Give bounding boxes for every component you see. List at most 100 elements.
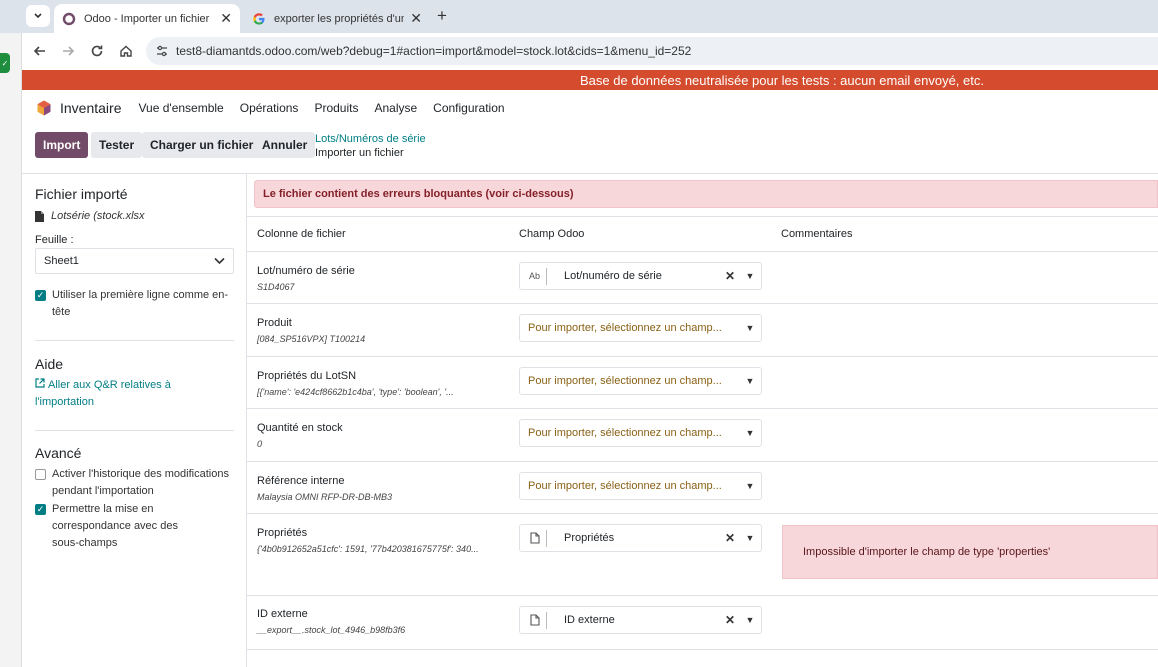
tab-search-button[interactable] bbox=[26, 5, 50, 27]
field-select[interactable]: Pour importer, sélectionnez un champ... … bbox=[519, 314, 762, 342]
breadcrumb-parent-link[interactable]: Lots/Numéros de série bbox=[315, 132, 426, 146]
column-name: ID externe bbox=[257, 608, 308, 620]
comment-text: Impossible d'importer le champ de type '… bbox=[803, 546, 1051, 558]
table-row: Propriétés {'4b0b912652a51cfc': 1591, '7… bbox=[247, 514, 1158, 596]
new-tab-icon[interactable]: + bbox=[437, 6, 447, 26]
odoo-navbar: Inventaire Vue d'ensemble Opérations Pro… bbox=[22, 90, 1158, 126]
table-row: ID externe __export__.stock_lot_4946_b98… bbox=[247, 596, 1158, 650]
caret-down-icon[interactable]: ▼ bbox=[739, 323, 761, 333]
extension-badge: ✓ bbox=[0, 53, 10, 73]
breadcrumb: Lots/Numéros de série Importer un fichie… bbox=[315, 132, 426, 160]
app-name[interactable]: Inventaire bbox=[60, 100, 121, 116]
field-placeholder: Pour importer, sélectionnez un champ... bbox=[528, 322, 722, 334]
browser-tab-odoo[interactable]: Odoo - Importer un fichier ✕ bbox=[54, 4, 240, 33]
column-sample: [{'name': 'e424cf8662b1c4ba', 'type': 'b… bbox=[257, 387, 454, 397]
address-bar[interactable]: test8-diamantds.odoo.com/web?debug=1#act… bbox=[146, 37, 1158, 65]
browser-tab-bar: Odoo - Importer un fichier ✕ exporter le… bbox=[0, 0, 1158, 33]
help-link-text: Aller aux Q&R relatives à l'importation bbox=[35, 379, 171, 408]
column-name: Produit bbox=[257, 317, 292, 329]
home-icon[interactable] bbox=[115, 40, 137, 62]
column-header-comments: Commentaires bbox=[781, 228, 853, 240]
field-select[interactable]: Pour importer, sélectionnez un champ... … bbox=[519, 367, 762, 395]
error-message: Le fichier contient des erreurs bloquant… bbox=[263, 188, 574, 200]
inventory-app-icon[interactable] bbox=[36, 100, 52, 116]
close-icon[interactable]: ✕ bbox=[410, 10, 422, 27]
caret-down-icon[interactable]: ▼ bbox=[739, 376, 761, 386]
divider bbox=[35, 430, 234, 431]
field-placeholder: Pour importer, sélectionnez un champ... bbox=[528, 375, 722, 387]
menu-overview[interactable]: Vue d'ensemble bbox=[138, 101, 223, 115]
clear-icon[interactable]: ✕ bbox=[725, 269, 739, 283]
divider bbox=[35, 340, 234, 341]
field-select[interactable]: Ab Lot/numéro de série ✕ ▼ bbox=[519, 262, 762, 290]
browser-tab-google[interactable]: exporter les propriétés d'un lot ✕ bbox=[244, 4, 430, 33]
first-line-header-checkbox[interactable]: ✓ bbox=[35, 290, 46, 301]
tracking-label: Activer l'historique des modifications p… bbox=[52, 468, 229, 497]
neutralize-banner: Base de données neutralisée pour les tes… bbox=[22, 70, 1158, 90]
table-row: Référence interne Malaysia OMNI RFP-DR-D… bbox=[247, 462, 1158, 514]
menu-analysis[interactable]: Analyse bbox=[374, 101, 417, 115]
import-button[interactable]: Import bbox=[35, 132, 89, 158]
sheet-label: Feuille : bbox=[35, 234, 74, 246]
caret-down-icon[interactable]: ▼ bbox=[739, 533, 761, 543]
url-text: test8-diamantds.odoo.com/web?debug=1#act… bbox=[176, 44, 692, 58]
subfields-label: Permettre la mise en correspondance avec… bbox=[52, 503, 178, 549]
odoo-favicon-icon bbox=[62, 12, 76, 25]
cancel-button[interactable]: Annuler bbox=[254, 132, 316, 158]
field-value: Propriétés bbox=[564, 532, 615, 544]
menu-configuration[interactable]: Configuration bbox=[433, 101, 504, 115]
sheet-select[interactable]: Sheet1 bbox=[35, 248, 234, 274]
field-value: Lot/numéro de série bbox=[564, 270, 662, 282]
subfields-checkbox[interactable]: ✓ bbox=[35, 504, 46, 515]
import-sidebar: Fichier importé Lotsérie (stock.xlsx Feu… bbox=[22, 174, 247, 667]
google-favicon-icon bbox=[253, 12, 265, 25]
site-settings-icon[interactable] bbox=[156, 45, 168, 57]
column-sample: 0 bbox=[257, 439, 263, 449]
imported-file: Lotsérie (stock.xlsx bbox=[35, 210, 145, 222]
caret-down-icon[interactable]: ▼ bbox=[739, 481, 761, 491]
banner-text: Base de données neutralisée pour les tes… bbox=[580, 72, 984, 88]
clear-icon[interactable]: ✕ bbox=[725, 531, 739, 545]
column-name: Référence interne bbox=[257, 475, 345, 487]
chevron-down-icon bbox=[34, 13, 42, 19]
table-row: Lot/numéro de série S1D4067 Ab Lot/numér… bbox=[247, 252, 1158, 304]
first-line-header-option[interactable]: ✓ Utiliser la première ligne comme en-tê… bbox=[35, 287, 235, 321]
mapping-table-header: Colonne de fichier Champ Odoo Commentair… bbox=[247, 216, 1158, 252]
field-select[interactable]: Pour importer, sélectionnez un champ... … bbox=[519, 472, 762, 500]
back-arrow-icon[interactable] bbox=[29, 40, 51, 62]
advanced-title: Avancé bbox=[35, 445, 82, 461]
help-faq-link[interactable]: Aller aux Q&R relatives à l'importation bbox=[35, 377, 195, 411]
tracking-checkbox[interactable] bbox=[35, 469, 46, 480]
column-name: Propriétés du LotSN bbox=[257, 370, 357, 382]
column-sample: [084_SP516VPX] T100214 bbox=[257, 334, 366, 344]
field-select[interactable]: ID externe ✕ ▼ bbox=[519, 606, 762, 634]
reload-icon[interactable] bbox=[86, 40, 108, 62]
forward-arrow-icon[interactable] bbox=[57, 40, 79, 62]
column-header-odoo-field: Champ Odoo bbox=[519, 228, 585, 240]
imported-file-title: Fichier importé bbox=[35, 186, 128, 202]
tracking-option[interactable]: Activer l'historique des modifications p… bbox=[35, 466, 235, 500]
caret-down-icon[interactable]: ▼ bbox=[739, 428, 761, 438]
caret-down-icon[interactable]: ▼ bbox=[739, 615, 761, 625]
close-icon[interactable]: ✕ bbox=[220, 10, 232, 27]
blocking-errors-alert: Le fichier contient des erreurs bloquant… bbox=[254, 180, 1158, 208]
field-value: ID externe bbox=[564, 614, 615, 626]
field-placeholder: Pour importer, sélectionnez un champ... bbox=[528, 480, 722, 492]
table-row: Quantité en stock 0 Pour importer, sélec… bbox=[247, 409, 1158, 462]
browser-toolbar: test8-diamantds.odoo.com/web?debug=1#act… bbox=[0, 33, 1158, 70]
external-link-icon bbox=[35, 378, 45, 388]
column-name: Quantité en stock bbox=[257, 422, 343, 434]
control-panel: Import Tester Charger un fichier Annuler… bbox=[22, 126, 1158, 174]
menu-products[interactable]: Produits bbox=[314, 101, 358, 115]
subfields-option[interactable]: ✓ Permettre la mise en correspondance av… bbox=[35, 501, 205, 552]
field-placeholder: Pour importer, sélectionnez un champ... bbox=[528, 427, 722, 439]
caret-down-icon[interactable]: ▼ bbox=[739, 271, 761, 281]
clear-icon[interactable]: ✕ bbox=[725, 613, 739, 627]
load-file-button[interactable]: Charger un fichier bbox=[142, 132, 262, 158]
table-row: Produit [084_SP516VPX] T100214 Pour impo… bbox=[247, 304, 1158, 357]
field-select[interactable]: Propriétés ✕ ▼ bbox=[519, 524, 762, 552]
test-button[interactable]: Tester bbox=[91, 132, 143, 158]
field-select[interactable]: Pour importer, sélectionnez un champ... … bbox=[519, 419, 762, 447]
background-window-edge: ✓ bbox=[0, 33, 22, 667]
menu-operations[interactable]: Opérations bbox=[240, 101, 299, 115]
